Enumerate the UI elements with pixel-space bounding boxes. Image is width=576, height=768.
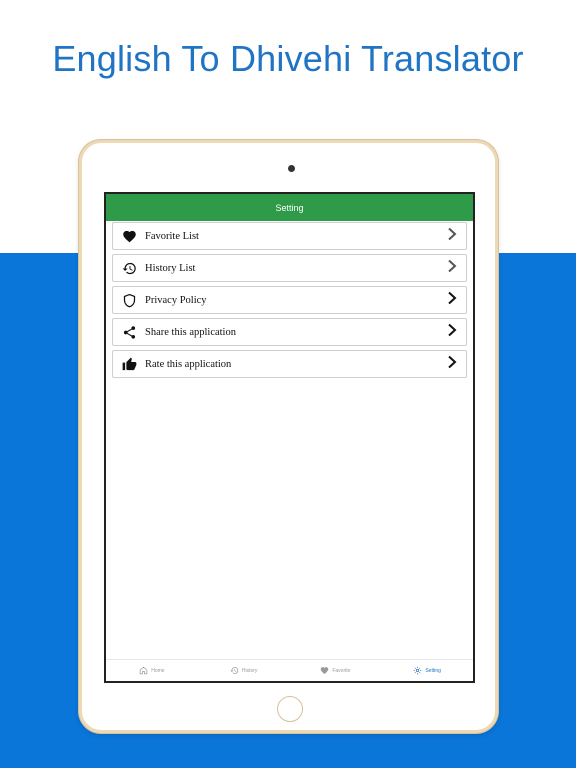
history-icon [121, 260, 137, 276]
heart-icon [121, 228, 137, 244]
settings-item-privacy-policy[interactable]: Privacy Policy [112, 286, 467, 314]
settings-item-label: Rate this application [145, 358, 232, 370]
settings-item-label: History List [145, 262, 196, 274]
chevron-right-icon [446, 355, 458, 374]
tablet-frame: Setting Favorite List History List Priva… [79, 140, 498, 733]
camera-dot [288, 165, 295, 172]
settings-item-favorite-list[interactable]: Favorite List [112, 222, 467, 250]
tab-label: Favorite [332, 667, 351, 674]
thumbs-up-icon [121, 356, 137, 372]
share-icon [121, 324, 137, 340]
home-icon [139, 666, 148, 675]
app-screen: Setting Favorite List History List Priva… [104, 192, 475, 683]
settings-item-history-list[interactable]: History List [112, 254, 467, 282]
promo-title: English To Dhivehi Translator [52, 38, 524, 79]
gear-icon [414, 666, 422, 675]
tab-home[interactable]: Home [106, 660, 198, 681]
tab-history[interactable]: History [198, 660, 290, 681]
settings-list: Favorite List History List Privacy Polic… [106, 221, 473, 378]
chevron-right-icon [446, 291, 458, 310]
bottom-nav: Home History Favorite Setting [106, 659, 473, 681]
tab-setting[interactable]: Setting [381, 660, 473, 681]
home-button[interactable] [277, 696, 303, 722]
chevron-right-icon [446, 259, 458, 278]
settings-item-rate-application[interactable]: Rate this application [112, 350, 467, 378]
tab-label: Home [151, 667, 165, 674]
chevron-right-icon [446, 323, 458, 342]
settings-item-label: Privacy Policy [145, 294, 207, 306]
app-header: Setting [106, 194, 473, 221]
heart-icon [321, 667, 329, 675]
shield-icon [121, 292, 137, 308]
chevron-right-icon [446, 227, 458, 246]
tab-label: History [241, 667, 258, 674]
settings-item-label: Share this application [145, 326, 236, 338]
history-icon [230, 667, 239, 674]
header-title: Setting [275, 202, 304, 213]
settings-item-share-application[interactable]: Share this application [112, 318, 467, 346]
settings-item-label: Favorite List [145, 230, 199, 242]
tab-favorite[interactable]: Favorite [290, 660, 382, 681]
tab-label: Setting [425, 667, 441, 674]
